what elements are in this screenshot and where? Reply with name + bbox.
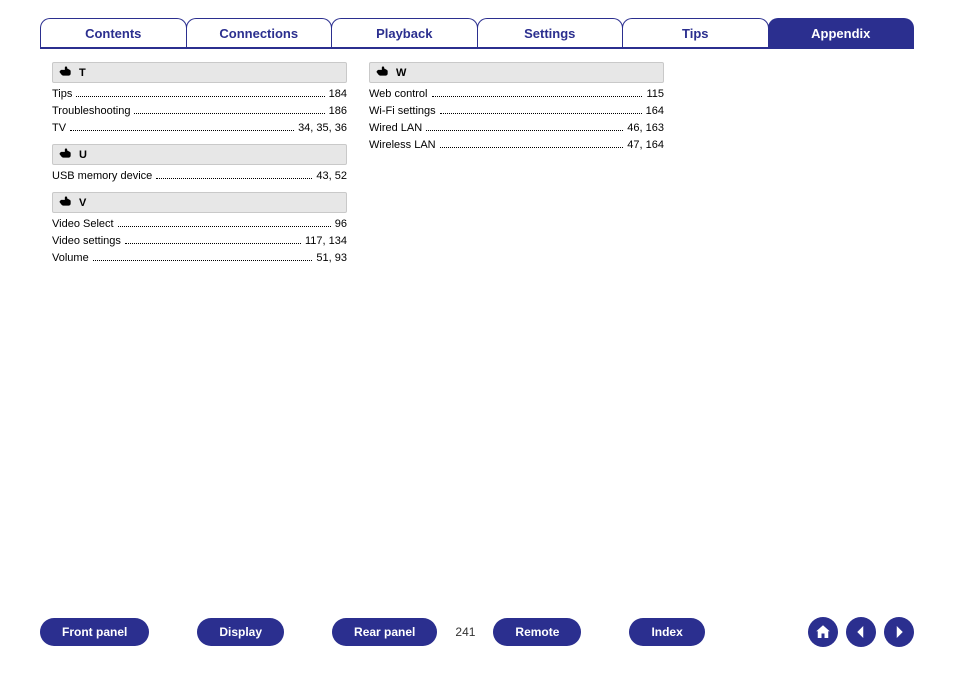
leader-dots [432, 89, 643, 97]
bottom-bar: Front panel Display Rear panel 241 Remote I… [40, 615, 914, 649]
index-term: Wired LAN [369, 122, 422, 134]
index-entry[interactable]: TV 34, 35, 36 [52, 122, 347, 134]
index-term: Video settings [52, 235, 121, 247]
index-letter-header: W [369, 62, 664, 83]
hand-icon [376, 65, 390, 80]
leader-dots [134, 106, 324, 114]
index-term: Video Select [52, 218, 114, 230]
tab-appendix[interactable]: Appendix [768, 18, 915, 48]
next-page-icon[interactable] [884, 617, 914, 647]
index-pages: 43, 52 [316, 170, 347, 182]
index-pages: 117, 134 [305, 235, 347, 247]
tab-baseline [40, 47, 914, 49]
index-entry[interactable]: Wireless LAN 47, 164 [369, 139, 664, 151]
index-group-w: W Web control 115 Wi-Fi settings 164 Wired LA… [369, 62, 664, 151]
index-group-v: V Video Select 96 Video settings 117, 134 Vol… [52, 192, 347, 264]
index-entry[interactable]: Wired LAN 46, 163 [369, 122, 664, 134]
index-letter: T [79, 67, 86, 79]
hand-icon [59, 65, 73, 80]
index-entry[interactable]: Troubleshooting 186 [52, 105, 347, 117]
index-pages: 47, 164 [627, 139, 664, 151]
index-term: USB memory device [52, 170, 152, 182]
index-entry[interactable]: USB memory device 43, 52 [52, 170, 347, 182]
leader-dots [93, 253, 313, 261]
index-pages: 96 [335, 218, 347, 230]
remote-button[interactable]: Remote [493, 618, 581, 646]
index-pages: 184 [329, 88, 347, 100]
index-term: Tips [52, 88, 72, 100]
leader-dots [118, 219, 331, 227]
tab-contents[interactable]: Contents [40, 18, 187, 48]
index-column: T Tips 184 Troubleshooting 186 TV 34, 35, 36 UU… [52, 62, 347, 274]
rear-panel-button[interactable]: Rear panel [332, 618, 437, 646]
front-panel-button[interactable]: Front panel [40, 618, 149, 646]
home-icon[interactable] [808, 617, 838, 647]
prev-page-icon[interactable] [846, 617, 876, 647]
leader-dots [125, 236, 301, 244]
index-term: Troubleshooting [52, 105, 130, 117]
leader-dots [440, 140, 624, 148]
index-letter: U [79, 149, 87, 161]
leader-dots [156, 171, 312, 179]
leader-dots [440, 106, 642, 114]
index-group-t: T Tips 184 Troubleshooting 186 TV 34, 35, 36 [52, 62, 347, 134]
index-pages: 46, 163 [627, 122, 664, 134]
index-term: TV [52, 122, 66, 134]
index-column: W Web control 115 Wi-Fi settings 164 Wired LA… [369, 62, 664, 274]
index-group-u: U USB memory device 43, 52 [52, 144, 347, 182]
index-term: Wi-Fi settings [369, 105, 436, 117]
index-letter-header: V [52, 192, 347, 213]
index-term: Volume [52, 252, 89, 264]
tab-playback[interactable]: Playback [331, 18, 478, 48]
tab-connections[interactable]: Connections [186, 18, 333, 48]
index-term: Web control [369, 88, 428, 100]
index-entry[interactable]: Tips 184 [52, 88, 347, 100]
index-pages: 34, 35, 36 [298, 122, 347, 134]
page-number: 241 [455, 625, 475, 639]
index-entry[interactable]: Wi-Fi settings 164 [369, 105, 664, 117]
index-button[interactable]: Index [629, 618, 704, 646]
index-pages: 51, 93 [316, 252, 347, 264]
bottom-buttons-right: Remote Index [493, 618, 704, 646]
hand-icon [59, 195, 73, 210]
index-term: Wireless LAN [369, 139, 436, 151]
leader-dots [76, 89, 324, 97]
index-entry[interactable]: Volume 51, 93 [52, 252, 347, 264]
leader-dots [70, 123, 294, 131]
bottom-buttons-left: Front panel Display Rear panel [40, 618, 437, 646]
tab-settings[interactable]: Settings [477, 18, 624, 48]
tab-tips[interactable]: Tips [622, 18, 769, 48]
nav-icons [808, 617, 914, 647]
index-letter: W [396, 67, 406, 79]
index-entry[interactable]: Video settings 117, 134 [52, 235, 347, 247]
index-entry[interactable]: Web control 115 [369, 88, 664, 100]
index-entry[interactable]: Video Select 96 [52, 218, 347, 230]
index-letter: V [79, 197, 86, 209]
index-pages: 115 [646, 88, 664, 100]
index-letter-header: U [52, 144, 347, 165]
index-content: T Tips 184 Troubleshooting 186 TV 34, 35, 36 UU… [52, 62, 672, 274]
display-button[interactable]: Display [197, 618, 284, 646]
hand-icon [59, 147, 73, 162]
index-pages: 164 [646, 105, 664, 117]
leader-dots [426, 123, 623, 131]
index-letter-header: T [52, 62, 347, 83]
index-pages: 186 [329, 105, 347, 117]
